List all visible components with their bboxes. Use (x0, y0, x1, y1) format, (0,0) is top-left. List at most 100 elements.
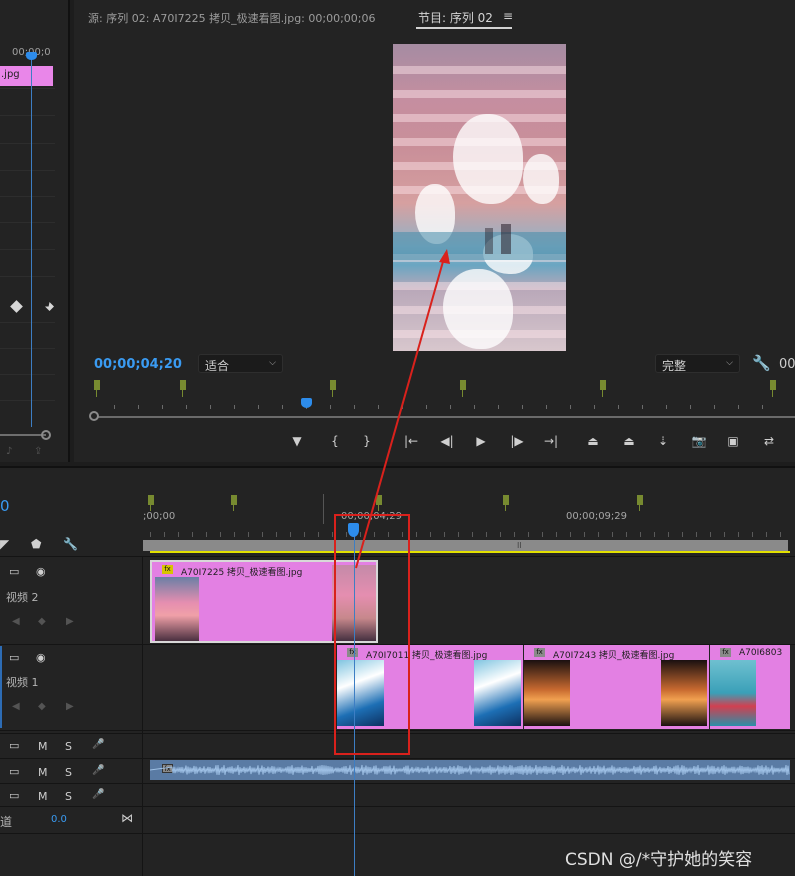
play-button[interactable]: ▶ (472, 432, 490, 450)
step-back-button[interactable]: ◀| (438, 432, 456, 450)
extract-button[interactable]: ⏏ (620, 432, 638, 450)
timeline-clip[interactable]: fx A70I6803 (710, 645, 790, 729)
settings-wrench-icon[interactable]: 🔧 (752, 354, 771, 372)
clip-thumbnail (710, 660, 756, 726)
marker-icon[interactable] (94, 380, 100, 397)
timeline-current-timecode[interactable]: 0 (0, 497, 10, 515)
step-forward-button[interactable]: |▶ (508, 432, 526, 450)
audio-waveform (150, 764, 790, 776)
add-keyframe-icon[interactable]: ◆ (38, 616, 46, 627)
solo-button[interactable]: S (65, 790, 72, 803)
ruler-label: 00;00;09;29 (566, 511, 628, 522)
ruler-tick (150, 532, 151, 537)
marker-icon[interactable] (503, 495, 509, 511)
ruler-tick (318, 532, 319, 537)
track-name-v2[interactable]: 视频 2 (6, 589, 39, 605)
marker-icon[interactable] (231, 495, 237, 511)
mute-button[interactable]: M (38, 766, 48, 779)
ruler-tick (598, 532, 599, 537)
eye-icon[interactable]: ◉ (36, 651, 46, 664)
marker-icon[interactable] (637, 495, 643, 511)
lift-button[interactable]: ⏏ (584, 432, 602, 450)
chevron-down-icon: ⌵ (269, 358, 276, 368)
ruler-tick (276, 532, 277, 537)
toggle-sync-lock-icon[interactable]: ▭ (9, 789, 19, 802)
eye-icon[interactable]: ◉ (36, 565, 46, 578)
effect-controls-clip-bar[interactable]: .jpg (0, 66, 53, 86)
ruler-tick (570, 532, 571, 537)
go-to-in-button[interactable]: |← (402, 432, 420, 450)
next-keyframe-icon[interactable]: ▶ (66, 701, 74, 712)
zoom-fit-select[interactable]: 适合 ⌵ (198, 354, 283, 373)
mute-button[interactable]: M (38, 740, 48, 753)
microphone-icon[interactable]: 🎤 (92, 739, 104, 750)
mark-out-button[interactable]: } (358, 432, 376, 450)
wrench-icon[interactable]: 🔧 (63, 537, 78, 551)
insert-button[interactable]: ⇣ (654, 432, 672, 450)
toggle-sync-lock-icon[interactable]: ▭ (9, 765, 19, 778)
compare-button[interactable]: ▣ (724, 432, 742, 450)
program-video-frame (393, 44, 566, 351)
export-frame-button[interactable]: 📷 (690, 432, 708, 450)
program-zoom-handle[interactable] (89, 411, 99, 421)
master-volume-value[interactable]: 0.0 (51, 814, 67, 825)
audio-clip[interactable]: fx (150, 760, 790, 780)
ruler-tick (584, 532, 585, 537)
go-to-edit-icon[interactable]: ⋈ (121, 811, 133, 825)
next-keyframe-icon[interactable]: ▶ (66, 616, 74, 627)
solo-button[interactable]: S (65, 740, 72, 753)
ruler-tick (262, 532, 263, 537)
ruler-tick (248, 532, 249, 537)
tab-source[interactable]: 源: 序列 02: A70I7225 拷贝_极速看图.jpg: 00;00;00… (88, 10, 375, 26)
snap-icon[interactable]: ◤ (0, 537, 9, 551)
timeline-ruler[interactable] (143, 490, 795, 540)
toggle-sync-lock-icon[interactable]: ▭ (9, 739, 19, 752)
add-keyframe-icon[interactable]: ◆ (38, 701, 46, 712)
playback-resolution-select[interactable]: 完整 ⌵ (655, 354, 740, 373)
toggle-sync-lock-icon[interactable]: ▭ (9, 651, 19, 664)
mute-button[interactable]: M (38, 790, 48, 803)
annotation-highlight-box (334, 514, 410, 755)
work-area-grip[interactable]: II (517, 541, 522, 550)
prev-keyframe-icon[interactable]: ◀ (12, 616, 20, 627)
ruler-tick (444, 532, 445, 537)
program-time-ruler[interactable] (94, 380, 793, 410)
marker-icon[interactable] (376, 495, 382, 511)
clip-name: A70I7243 拷贝_极速看图.jpg (553, 651, 675, 661)
effect-controls-zoom-handle[interactable] (41, 430, 51, 440)
track-name-v1[interactable]: 视频 1 (6, 674, 39, 690)
marker-icon[interactable] (460, 380, 466, 397)
marker-icon[interactable] (180, 380, 186, 397)
add-marker-icon[interactable]: ⬟ (31, 537, 41, 551)
program-current-timecode[interactable]: 00;00;04;20 (94, 357, 182, 372)
export-icon[interactable]: ⇪ (34, 446, 46, 457)
effect-controls-playhead-handle[interactable] (26, 52, 37, 60)
filter-icon[interactable]: ♪ (6, 446, 18, 457)
ruler-tick (710, 532, 711, 537)
toggle-sync-lock-icon[interactable]: ▭ (9, 565, 19, 578)
mark-in-button[interactable]: { (326, 432, 344, 450)
zoom-fit-value: 适合 (205, 359, 230, 373)
ruler-tick (514, 532, 515, 537)
ruler-tick (654, 532, 655, 537)
program-zoom-scrollbar[interactable] (98, 416, 795, 418)
microphone-icon[interactable]: 🎤 (92, 765, 104, 776)
marker-icon[interactable] (770, 380, 776, 397)
solo-button[interactable]: S (65, 766, 72, 779)
marker-icon[interactable] (600, 380, 606, 397)
toggle-proxies-button[interactable]: ⇄ (760, 432, 778, 450)
ruler-tick (640, 532, 641, 537)
marker-icon[interactable] (148, 495, 154, 511)
master-track-label: 道 (0, 815, 13, 829)
microphone-icon[interactable]: 🎤 (92, 789, 104, 800)
effect-controls-zoom-track[interactable] (0, 434, 46, 436)
panel-menu-icon[interactable]: ≡ (503, 9, 513, 23)
timeline-clip[interactable]: fx A70I7243 拷贝_极速看图.jpg (524, 645, 709, 729)
prev-keyframe-icon[interactable]: ◀ (12, 701, 20, 712)
tab-program[interactable]: 节目: 序列 02 (418, 9, 493, 26)
go-to-out-button[interactable]: →| (542, 432, 560, 450)
add-marker-button[interactable]: ▼ (288, 432, 306, 450)
marker-icon[interactable] (330, 380, 336, 397)
program-playhead-handle[interactable] (301, 398, 312, 408)
work-area-bar[interactable] (143, 540, 788, 551)
